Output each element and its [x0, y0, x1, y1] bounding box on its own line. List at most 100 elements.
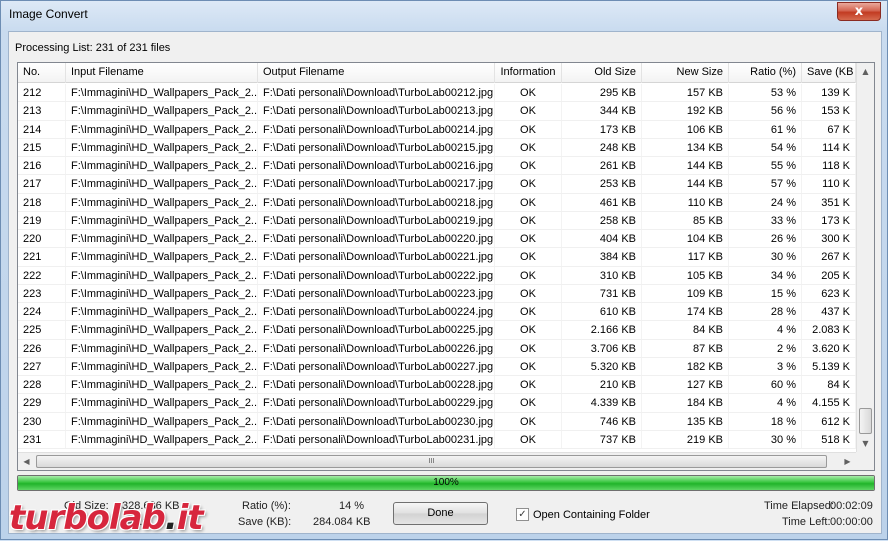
table-row[interactable]: 221 F:\Immagini\HD_Wallpapers_Pack_2... F:…: [18, 248, 856, 267]
column-save[interactable]: Save (KB: [802, 63, 856, 83]
cell-input-filename: F:\Immagini\HD_Wallpapers_Pack_2...: [66, 284, 258, 302]
cell-save-kb: 612 K: [802, 412, 856, 430]
cell-row-number: 225: [18, 321, 66, 339]
cell-new-size: 144 KB: [642, 157, 729, 175]
cell-output-filename: F:\Dati personali\Download\TurboLab00227…: [258, 357, 495, 375]
table-row[interactable]: 218 F:\Immagini\HD_Wallpapers_Pack_2... F:…: [18, 193, 856, 212]
column-information[interactable]: Information: [495, 63, 562, 83]
column-output-filename[interactable]: Output Filename: [258, 63, 495, 83]
cell-new-size: 85 KB: [642, 211, 729, 229]
table-row[interactable]: 219 F:\Immagini\HD_Wallpapers_Pack_2... F:…: [18, 211, 856, 230]
table-row[interactable]: 216 F:\Immagini\HD_Wallpapers_Pack_2... F:…: [18, 157, 856, 176]
horizontal-scrollbar[interactable]: ◀ III ▶: [18, 452, 856, 470]
table-row[interactable]: 223 F:\Immagini\HD_Wallpapers_Pack_2... F:…: [18, 284, 856, 303]
cell-output-filename: F:\Dati personali\Download\TurboLab00220…: [258, 230, 495, 248]
table-row[interactable]: 224 F:\Immagini\HD_Wallpapers_Pack_2... F:…: [18, 303, 856, 322]
cell-input-filename: F:\Immagini\HD_Wallpapers_Pack_2...: [66, 394, 258, 412]
scroll-right-icon[interactable]: ▶: [839, 453, 856, 470]
column-no[interactable]: No.: [18, 63, 66, 83]
cell-old-size: 210 KB: [562, 376, 642, 394]
cell-output-filename: F:\Dati personali\Download\TurboLab00217…: [258, 175, 495, 193]
table-row[interactable]: 213 F:\Immagini\HD_Wallpapers_Pack_2... F:…: [18, 102, 856, 121]
cell-row-number: 230: [18, 412, 66, 430]
close-button[interactable]: x: [837, 2, 881, 21]
table-row[interactable]: 215 F:\Immagini\HD_Wallpapers_Pack_2... F:…: [18, 138, 856, 157]
table-row[interactable]: 217 F:\Immagini\HD_Wallpapers_Pack_2... F:…: [18, 175, 856, 194]
cell-old-size: 344 KB: [562, 102, 642, 120]
table-row[interactable]: 231 F:\Immagini\HD_Wallpapers_Pack_2... F:…: [18, 430, 856, 449]
cell-information: OK: [495, 193, 562, 211]
column-new-size[interactable]: New Size: [642, 63, 729, 83]
table-row[interactable]: 226 F:\Immagini\HD_Wallpapers_Pack_2... F:…: [18, 339, 856, 358]
cell-row-number: 223: [18, 284, 66, 302]
cell-row-number: 213: [18, 102, 66, 120]
table-row[interactable]: 212 F:\Immagini\HD_Wallpapers_Pack_2... F:…: [18, 84, 856, 103]
open-folder-option[interactable]: ✓ Open Containing Folder: [516, 508, 650, 521]
open-folder-label[interactable]: Open Containing Folder: [533, 509, 650, 521]
list-rows: 212 F:\Immagini\HD_Wallpapers_Pack_2... F:…: [18, 84, 856, 449]
horizontal-scroll-thumb[interactable]: III: [36, 455, 827, 468]
done-button[interactable]: Done: [393, 502, 488, 525]
cell-save-kb: 173 K: [802, 211, 856, 229]
cell-save-kb: 3.620 K: [802, 339, 856, 357]
scroll-down-icon[interactable]: ▼: [857, 435, 874, 452]
cell-new-size: 109 KB: [642, 284, 729, 302]
cell-ratio: 30 %: [729, 248, 802, 266]
table-row[interactable]: 225 F:\Immagini\HD_Wallpapers_Pack_2... F:…: [18, 321, 856, 340]
cell-input-filename: F:\Immagini\HD_Wallpapers_Pack_2...: [66, 248, 258, 266]
cell-new-size: 127 KB: [642, 376, 729, 394]
cell-new-size: 104 KB: [642, 230, 729, 248]
table-row[interactable]: 229 F:\Immagini\HD_Wallpapers_Pack_2... F:…: [18, 394, 856, 413]
cell-information: OK: [495, 321, 562, 339]
cell-row-number: 216: [18, 157, 66, 175]
table-row[interactable]: 222 F:\Immagini\HD_Wallpapers_Pack_2... F:…: [18, 266, 856, 285]
cell-old-size: 248 KB: [562, 138, 642, 156]
cell-old-size: 173 KB: [562, 120, 642, 138]
table-row[interactable]: 228 F:\Immagini\HD_Wallpapers_Pack_2... F:…: [18, 376, 856, 395]
open-folder-checkbox[interactable]: ✓: [516, 508, 529, 521]
cell-information: OK: [495, 266, 562, 284]
vertical-scrollbar[interactable]: ▲ ▼: [856, 63, 874, 452]
cell-ratio: 34 %: [729, 266, 802, 284]
table-row[interactable]: 230 F:\Immagini\HD_Wallpapers_Pack_2... F:…: [18, 412, 856, 431]
title-bar[interactable]: Image Convert x: [1, 1, 887, 29]
cell-save-kb: 518 K: [802, 430, 856, 448]
cell-ratio: 56 %: [729, 102, 802, 120]
cell-new-size: 105 KB: [642, 266, 729, 284]
cell-row-number: 229: [18, 394, 66, 412]
table-row[interactable]: 220 F:\Immagini\HD_Wallpapers_Pack_2... F:…: [18, 230, 856, 249]
scroll-left-icon[interactable]: ◀: [18, 453, 35, 470]
column-ratio[interactable]: Ratio (%): [729, 63, 802, 83]
turbolab-watermark-logo: turbolab.it: [9, 498, 204, 538]
dialog-client: Processing List: 231 of 231 files No. In…: [8, 31, 882, 534]
cell-ratio: 15 %: [729, 284, 802, 302]
cell-information: OK: [495, 303, 562, 321]
cell-input-filename: F:\Immagini\HD_Wallpapers_Pack_2...: [66, 339, 258, 357]
cell-ratio: 3 %: [729, 357, 802, 375]
cell-input-filename: F:\Immagini\HD_Wallpapers_Pack_2...: [66, 412, 258, 430]
file-list[interactable]: No. Input Filename Output Filename Infor…: [17, 62, 875, 471]
cell-output-filename: F:\Dati personali\Download\TurboLab00218…: [258, 193, 495, 211]
vertical-scroll-thumb[interactable]: [859, 408, 872, 434]
table-row[interactable]: 227 F:\Immagini\HD_Wallpapers_Pack_2... F:…: [18, 357, 856, 376]
cell-ratio: 53 %: [729, 84, 802, 102]
cell-information: OK: [495, 211, 562, 229]
cell-input-filename: F:\Immagini\HD_Wallpapers_Pack_2...: [66, 357, 258, 375]
cell-information: OK: [495, 430, 562, 448]
time-left-value: 00:00:00: [830, 516, 873, 528]
cell-input-filename: F:\Immagini\HD_Wallpapers_Pack_2...: [66, 175, 258, 193]
cell-save-kb: 267 K: [802, 248, 856, 266]
cell-save-kb: 114 K: [802, 138, 856, 156]
column-input-filename[interactable]: Input Filename: [66, 63, 258, 83]
cell-ratio: 33 %: [729, 211, 802, 229]
column-old-size[interactable]: Old Size: [562, 63, 642, 83]
cell-input-filename: F:\Immagini\HD_Wallpapers_Pack_2...: [66, 430, 258, 448]
cell-input-filename: F:\Immagini\HD_Wallpapers_Pack_2...: [66, 102, 258, 120]
cell-save-kb: 67 K: [802, 120, 856, 138]
scroll-up-icon[interactable]: ▲: [857, 63, 874, 80]
table-row[interactable]: 214 F:\Immagini\HD_Wallpapers_Pack_2... F:…: [18, 120, 856, 139]
time-elapsed-value: 00:02:09: [830, 500, 873, 512]
cell-output-filename: F:\Dati personali\Download\TurboLab00222…: [258, 266, 495, 284]
cell-information: OK: [495, 138, 562, 156]
time-elapsed-label: Time Elapsed:: [764, 500, 834, 512]
